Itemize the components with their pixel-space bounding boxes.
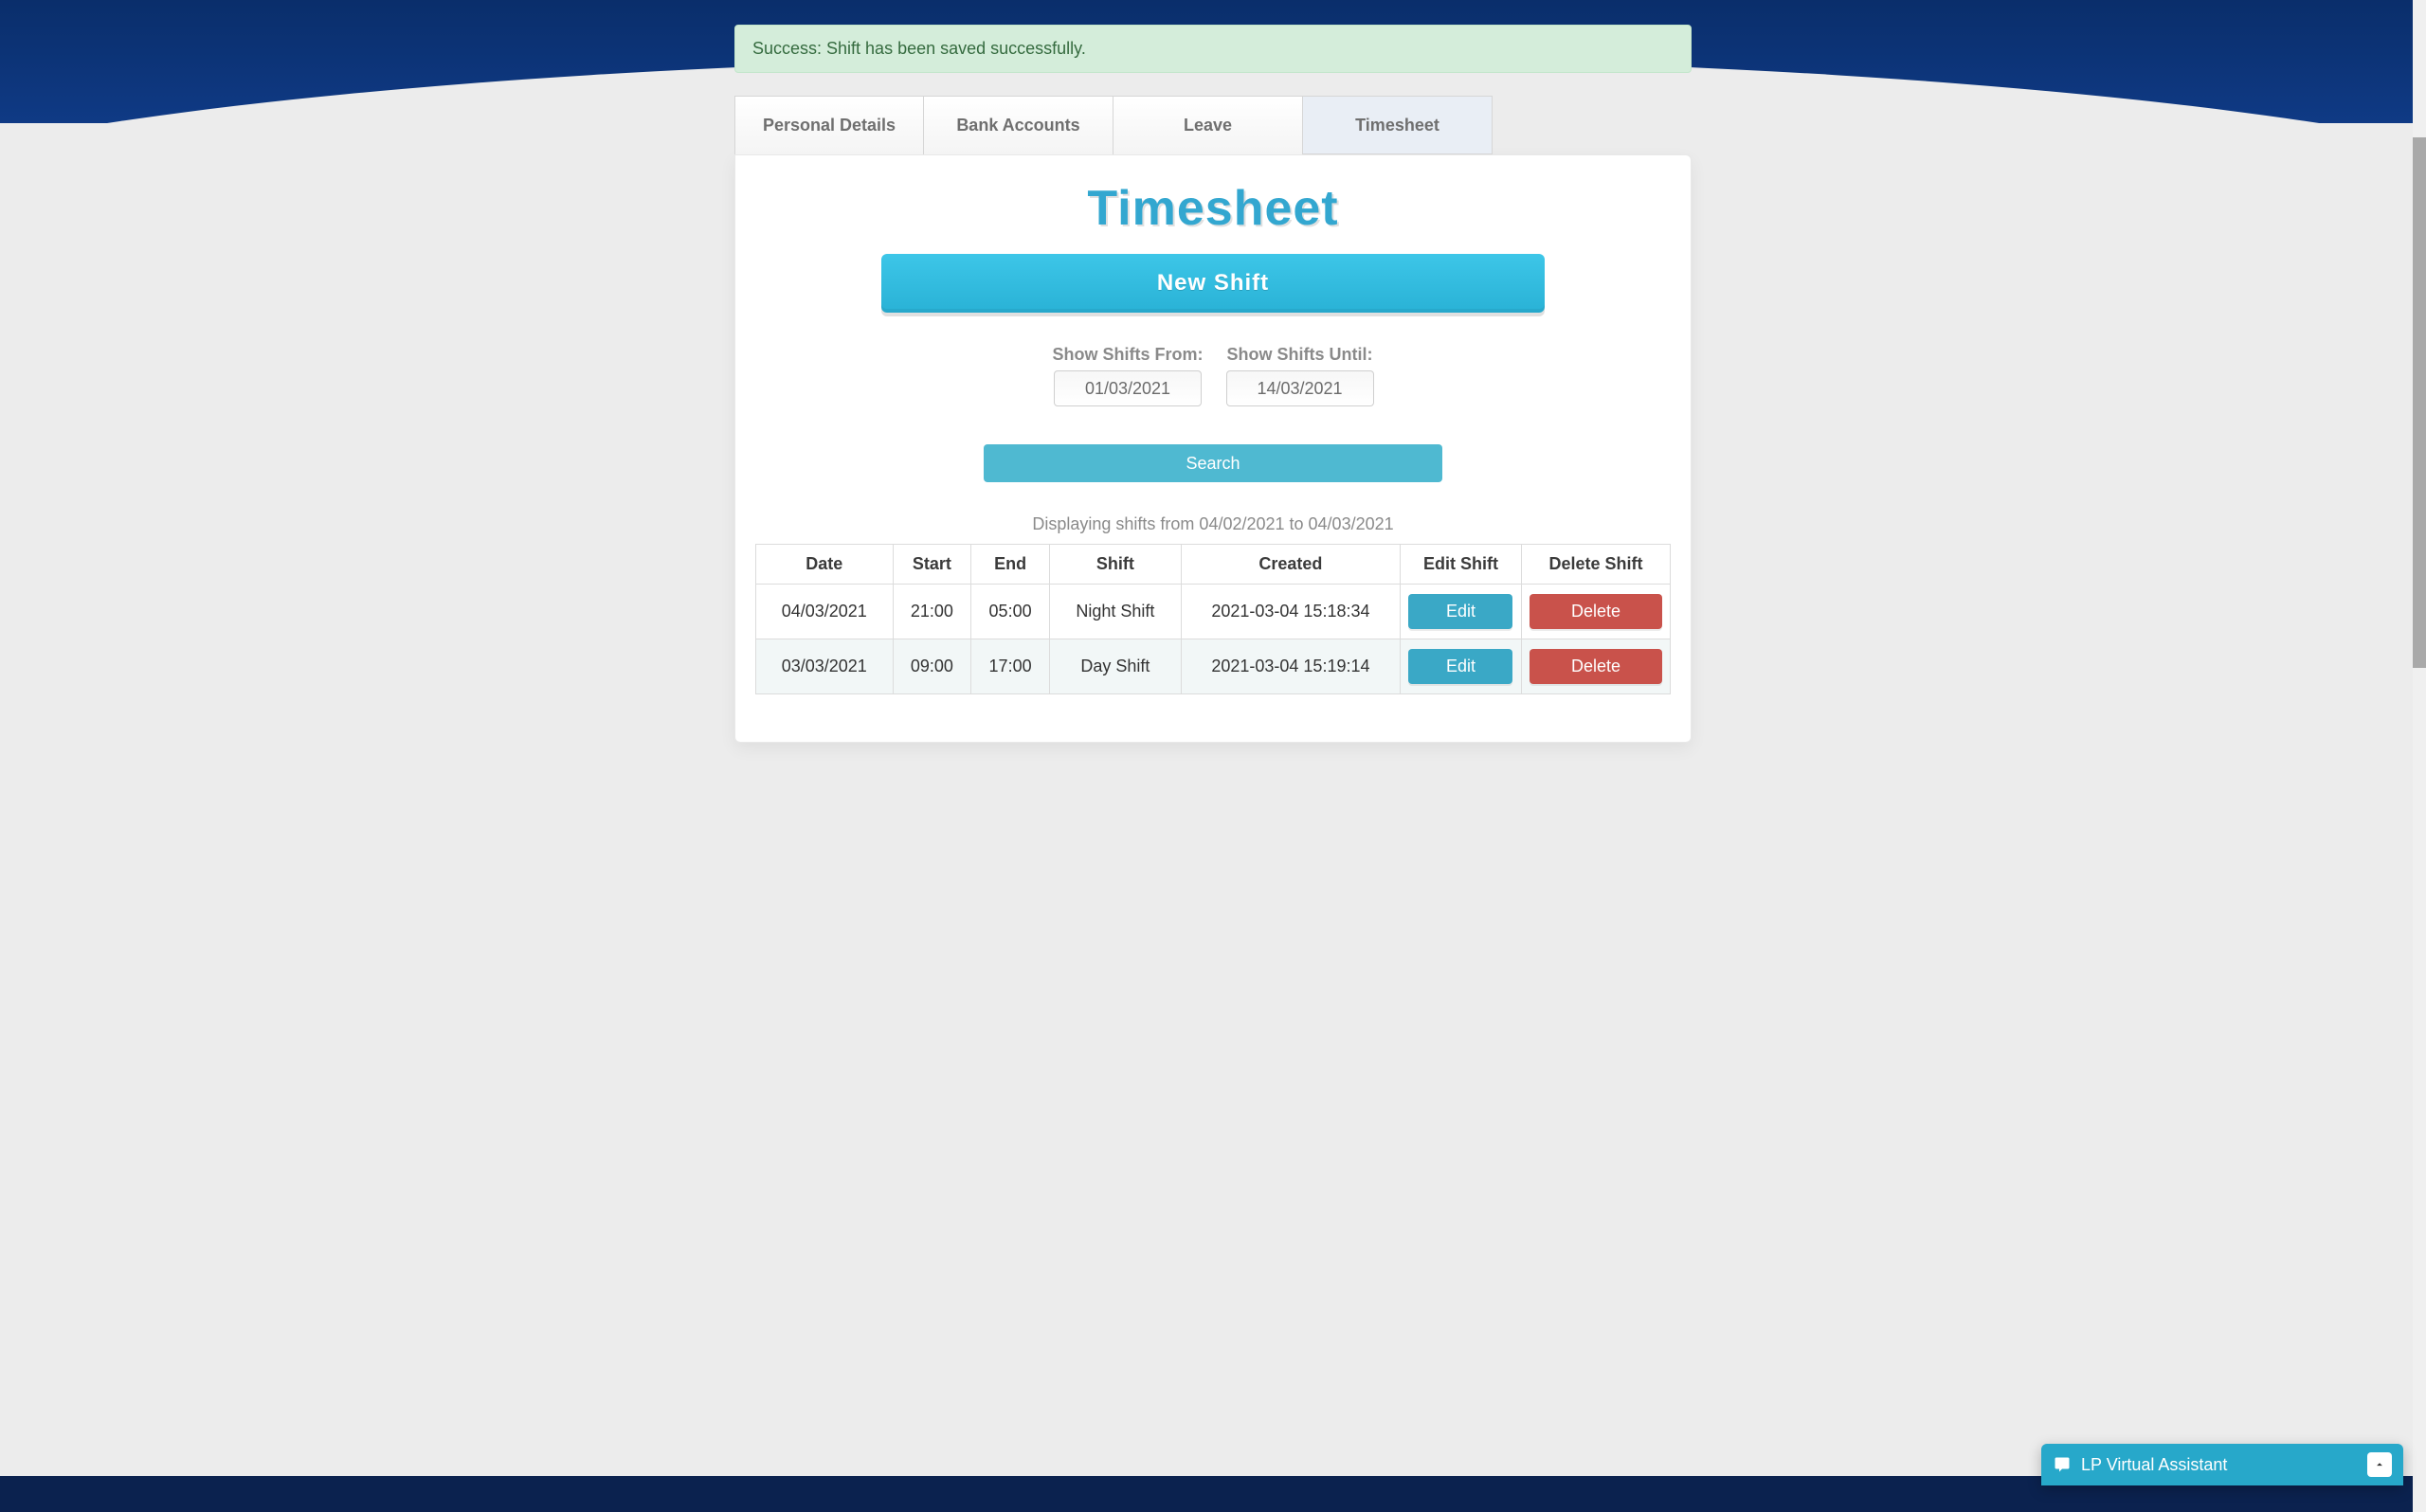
tab-label: Leave (1184, 116, 1232, 135)
cell-created: 2021-03-04 15:18:34 (1181, 585, 1400, 639)
filter-from-label: Show Shifts From: (1053, 345, 1204, 365)
tab-label: Bank Accounts (956, 116, 1079, 135)
scrollbar-thumb[interactable] (2413, 137, 2426, 668)
th-edit: Edit Shift (1400, 545, 1521, 585)
filter-from: Show Shifts From: (1053, 345, 1204, 406)
virtual-assistant-label: LP Virtual Assistant (2081, 1455, 2367, 1475)
filter-until: Show Shifts Until: (1226, 345, 1374, 406)
tab-timesheet[interactable]: Timesheet (1303, 96, 1493, 154)
table-row: 04/03/2021 21:00 05:00 Night Shift 2021-… (756, 585, 1671, 639)
virtual-assistant-bar[interactable]: LP Virtual Assistant (2041, 1444, 2403, 1485)
tab-personal-details[interactable]: Personal Details (734, 96, 924, 154)
th-end: End (971, 545, 1050, 585)
filters: Show Shifts From: Show Shifts Until: (754, 345, 1672, 406)
alert-success: Success: Shift has been saved successful… (734, 25, 1692, 73)
cell-date: 03/03/2021 (756, 639, 894, 694)
tab-label: Personal Details (763, 116, 896, 135)
search-button[interactable]: Search (984, 444, 1442, 482)
cell-created: 2021-03-04 15:19:14 (1181, 639, 1400, 694)
filter-from-input[interactable] (1054, 370, 1202, 406)
cell-start: 09:00 (893, 639, 971, 694)
expand-button[interactable] (2367, 1452, 2392, 1477)
tab-label: Timesheet (1355, 116, 1439, 135)
tab-leave[interactable]: Leave (1113, 96, 1303, 154)
table-row: 03/03/2021 09:00 17:00 Day Shift 2021-03… (756, 639, 1671, 694)
cell-delete: Delete (1521, 585, 1670, 639)
tabs: Personal Details Bank Accounts Leave Tim… (734, 96, 1692, 154)
new-shift-button[interactable]: New Shift (881, 254, 1545, 313)
delete-button[interactable]: Delete (1530, 594, 1662, 629)
edit-button[interactable]: Edit (1408, 649, 1512, 684)
cell-delete: Delete (1521, 639, 1670, 694)
cell-edit: Edit (1400, 585, 1521, 639)
chevron-up-icon (2373, 1458, 2386, 1471)
alert-message: Success: Shift has been saved successful… (752, 39, 1086, 58)
panel-timesheet: Timesheet New Shift Show Shifts From: Sh… (734, 154, 1692, 743)
th-shift: Shift (1049, 545, 1181, 585)
cell-start: 21:00 (893, 585, 971, 639)
edit-button[interactable]: Edit (1408, 594, 1512, 629)
chat-icon (2053, 1456, 2072, 1473)
filter-until-label: Show Shifts Until: (1226, 345, 1374, 365)
cell-end: 05:00 (971, 585, 1050, 639)
table-header-row: Date Start End Shift Created Edit Shift … (756, 545, 1671, 585)
cell-end: 17:00 (971, 639, 1050, 694)
shifts-table: Date Start End Shift Created Edit Shift … (755, 544, 1671, 694)
th-created: Created (1181, 545, 1400, 585)
tab-bank-accounts[interactable]: Bank Accounts (924, 96, 1113, 154)
th-delete: Delete Shift (1521, 545, 1670, 585)
cell-edit: Edit (1400, 639, 1521, 694)
cell-shift: Day Shift (1049, 639, 1181, 694)
cell-date: 04/03/2021 (756, 585, 894, 639)
cell-shift: Night Shift (1049, 585, 1181, 639)
range-text: Displaying shifts from 04/02/2021 to 04/… (754, 514, 1672, 534)
th-start: Start (893, 545, 971, 585)
th-date: Date (756, 545, 894, 585)
filter-until-input[interactable] (1226, 370, 1374, 406)
page-title: Timesheet (754, 180, 1672, 237)
delete-button[interactable]: Delete (1530, 649, 1662, 684)
